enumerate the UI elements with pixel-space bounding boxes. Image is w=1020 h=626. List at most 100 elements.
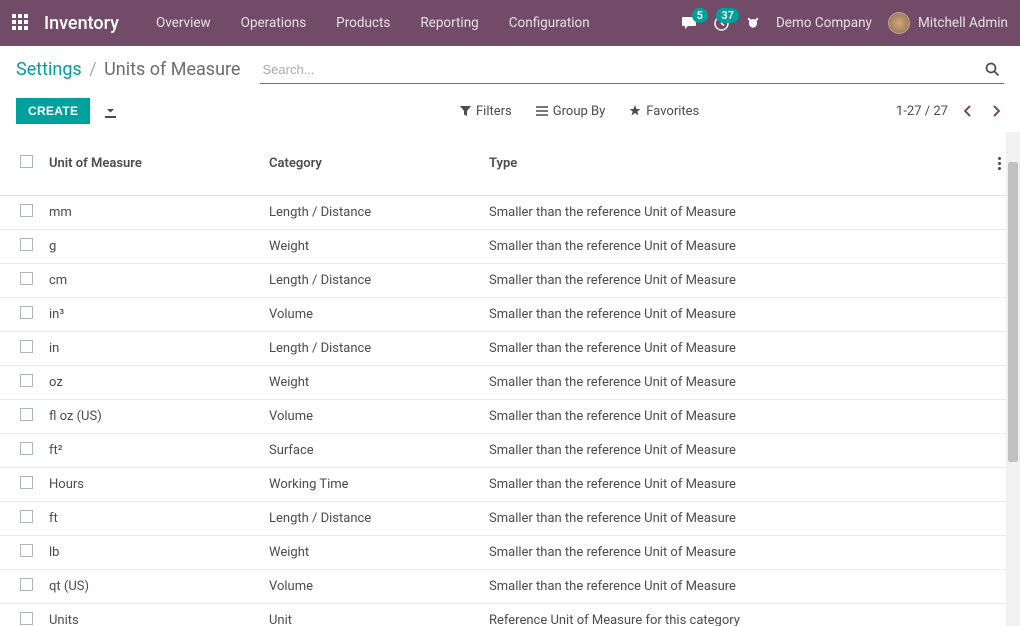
cell-type: Smaller than the reference Unit of Measu… (481, 196, 990, 230)
user-menu[interactable]: Mitchell Admin (888, 12, 1008, 34)
cell-category: Surface (261, 434, 481, 468)
cell-uom: Units (41, 604, 261, 626)
cell-type: Smaller than the reference Unit of Measu… (481, 264, 990, 298)
row-checkbox[interactable] (20, 238, 33, 251)
pager: 1-27 / 27 (896, 101, 1004, 121)
scrollbar[interactable] (1006, 132, 1020, 626)
cell-type: Reference Unit of Measure for this categ… (481, 604, 990, 626)
table-row[interactable]: inLength / DistanceSmaller than the refe… (0, 332, 1020, 366)
control-panel: Settings / Units of Measure CREATE Filte… (0, 46, 1020, 132)
cell-category: Length / Distance (261, 264, 481, 298)
cell-type: Smaller than the reference Unit of Measu… (481, 230, 990, 264)
cell-category: Working Time (261, 468, 481, 502)
cell-category: Volume (261, 570, 481, 604)
table-row[interactable]: in³VolumeSmaller than the reference Unit… (0, 298, 1020, 332)
row-checkbox[interactable] (20, 442, 33, 455)
filters-label: Filters (476, 104, 512, 119)
activities-badge: 37 (716, 8, 739, 23)
row-checkbox[interactable] (20, 544, 33, 557)
table-row[interactable]: cmLength / DistanceSmaller than the refe… (0, 264, 1020, 298)
search-icon[interactable] (981, 58, 1004, 81)
debug-icon[interactable] (745, 16, 760, 31)
table-row[interactable]: UnitsUnitReference Unit of Measure for t… (0, 604, 1020, 626)
cell-uom: in (41, 332, 261, 366)
groupby-button[interactable]: Group By (536, 104, 606, 119)
cell-type: Smaller than the reference Unit of Measu… (481, 570, 990, 604)
cell-type: Smaller than the reference Unit of Measu… (481, 468, 990, 502)
import-button[interactable] (104, 105, 117, 118)
breadcrumb-separator: / (89, 59, 96, 80)
cell-uom: ft² (41, 434, 261, 468)
cell-type: Smaller than the reference Unit of Measu… (481, 400, 990, 434)
search-input[interactable] (260, 56, 981, 83)
cell-uom: oz (41, 366, 261, 400)
table-container: Unit of Measure Category Type mmLength /… (0, 132, 1020, 626)
filters-button[interactable]: Filters (460, 104, 512, 119)
select-all-checkbox[interactable] (20, 155, 33, 168)
row-checkbox[interactable] (20, 272, 33, 285)
cell-type: Smaller than the reference Unit of Measu… (481, 434, 990, 468)
apps-icon[interactable] (12, 14, 30, 32)
cell-type: Smaller than the reference Unit of Measu… (481, 366, 990, 400)
row-checkbox[interactable] (20, 578, 33, 591)
row-checkbox[interactable] (20, 612, 33, 625)
table-row[interactable]: fl oz (US)VolumeSmaller than the referen… (0, 400, 1020, 434)
row-checkbox[interactable] (20, 340, 33, 353)
menu-operations[interactable]: Operations (226, 15, 322, 31)
table-row[interactable]: ft²SurfaceSmaller than the reference Uni… (0, 434, 1020, 468)
cell-uom: fl oz (US) (41, 400, 261, 434)
cell-category: Volume (261, 400, 481, 434)
messages-badge: 5 (692, 8, 708, 23)
cell-uom: Hours (41, 468, 261, 502)
app-name[interactable]: Inventory (44, 13, 119, 34)
cell-category: Weight (261, 366, 481, 400)
cell-uom: lb (41, 536, 261, 570)
cell-category: Length / Distance (261, 332, 481, 366)
cell-uom: in³ (41, 298, 261, 332)
menu-reporting[interactable]: Reporting (405, 15, 493, 31)
menu-overview[interactable]: Overview (141, 15, 226, 31)
cell-category: Weight (261, 536, 481, 570)
table-row[interactable]: ozWeightSmaller than the reference Unit … (0, 366, 1020, 400)
avatar (888, 12, 910, 34)
cell-category: Length / Distance (261, 502, 481, 536)
table-row[interactable]: ftLength / DistanceSmaller than the refe… (0, 502, 1020, 536)
menu-products[interactable]: Products (321, 15, 405, 31)
list-icon (536, 106, 548, 116)
table-row[interactable]: qt (US)VolumeSmaller than the reference … (0, 570, 1020, 604)
row-checkbox[interactable] (20, 476, 33, 489)
table-row[interactable]: gWeightSmaller than the reference Unit o… (0, 230, 1020, 264)
pager-prev[interactable] (960, 101, 976, 121)
header-uom[interactable]: Unit of Measure (41, 132, 261, 196)
breadcrumb-parent[interactable]: Settings (16, 59, 82, 80)
cell-category: Unit (261, 604, 481, 626)
create-button[interactable]: CREATE (16, 98, 90, 124)
messages-icon[interactable]: 5 (682, 16, 698, 30)
column-options-icon[interactable] (998, 138, 1004, 189)
row-checkbox[interactable] (20, 204, 33, 217)
favorites-button[interactable]: Favorites (629, 104, 699, 119)
groupby-label: Group By (553, 104, 606, 119)
row-checkbox[interactable] (20, 306, 33, 319)
menu-configuration[interactable]: Configuration (494, 15, 605, 31)
row-checkbox[interactable] (20, 374, 33, 387)
row-checkbox[interactable] (20, 510, 33, 523)
pager-next[interactable] (988, 101, 1004, 121)
table-row[interactable]: lbWeightSmaller than the reference Unit … (0, 536, 1020, 570)
header-type[interactable]: Type (481, 132, 990, 196)
activities-icon[interactable]: 37 (714, 16, 729, 31)
uom-table: Unit of Measure Category Type mmLength /… (0, 132, 1020, 626)
company-selector[interactable]: Demo Company (776, 15, 872, 31)
table-row[interactable]: HoursWorking TimeSmaller than the refere… (0, 468, 1020, 502)
cell-category: Volume (261, 298, 481, 332)
table-row[interactable]: mmLength / DistanceSmaller than the refe… (0, 196, 1020, 230)
user-name: Mitchell Admin (918, 15, 1008, 31)
pager-range[interactable]: 1-27 / 27 (896, 104, 948, 119)
cell-uom: qt (US) (41, 570, 261, 604)
header-category[interactable]: Category (261, 132, 481, 196)
scrollbar-thumb[interactable] (1008, 162, 1018, 462)
star-icon (629, 105, 641, 117)
favorites-label: Favorites (646, 104, 699, 119)
row-checkbox[interactable] (20, 408, 33, 421)
cell-type: Smaller than the reference Unit of Measu… (481, 332, 990, 366)
